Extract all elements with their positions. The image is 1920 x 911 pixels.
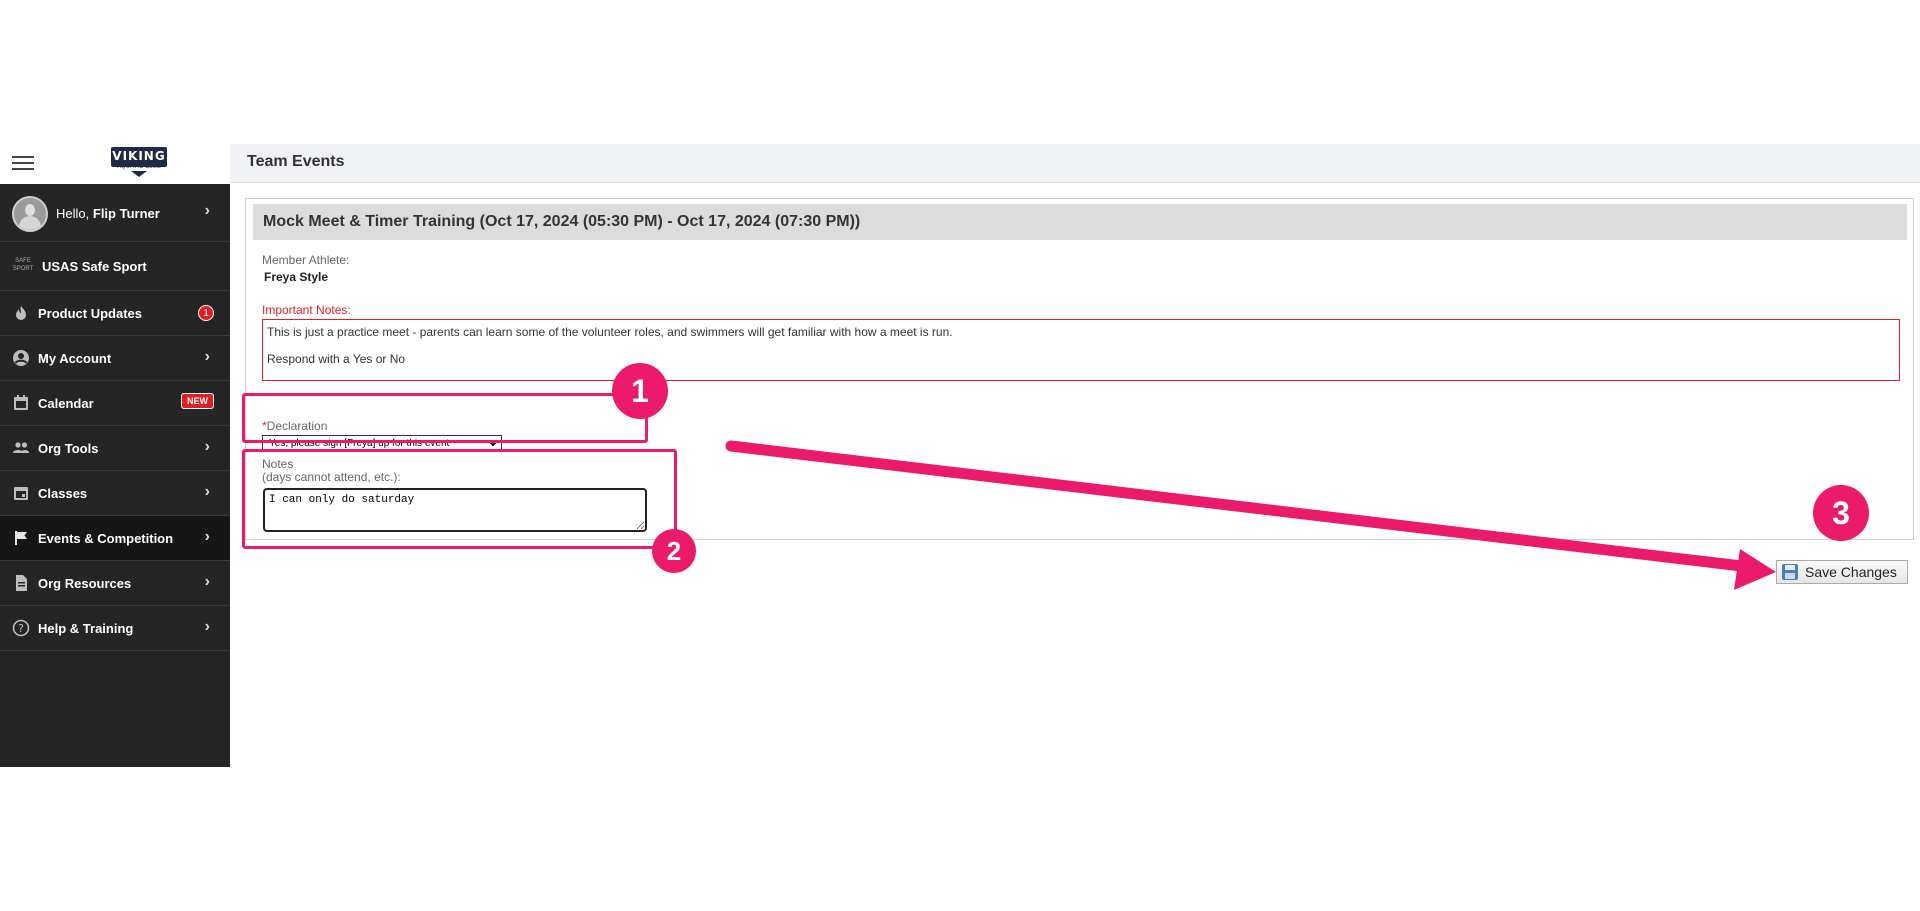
sidebar-item-label: Help & Training (38, 621, 134, 636)
sidebar-item-safe-sport[interactable]: SAFE SPORT USAS Safe Sport (0, 242, 230, 291)
sidebar-item-label: Events & Competition (38, 531, 174, 546)
svg-text:?: ? (18, 622, 24, 635)
chevron-right-icon: › (204, 202, 210, 219)
greeting-text: Hello, (56, 206, 90, 221)
club-logo[interactable]: VIKING AQUATIC CLUB (111, 147, 167, 177)
help-circle-icon: ? (12, 619, 30, 637)
chevron-right-icon: › (204, 483, 210, 500)
highlight-declaration (242, 393, 648, 443)
sidebar-item-events-competition[interactable]: Events & Competition › (0, 516, 230, 561)
step-badge-2: 2 (652, 529, 696, 573)
page-title: Team Events (247, 153, 345, 170)
flame-icon (12, 304, 30, 322)
event-title: Mock Meet & Timer Training (Oct 17, 2024… (263, 213, 861, 230)
floppy-disk-icon (1782, 564, 1798, 580)
chevron-right-icon: › (204, 618, 210, 635)
important-notes-label: Important Notes: (262, 303, 351, 317)
save-changes-button[interactable]: Save Changes (1776, 560, 1908, 584)
logo-subtitle: AQUATIC CLUB (117, 164, 161, 170)
sidebar-top-bar: VIKING AQUATIC CLUB (0, 144, 230, 184)
chevron-right-icon: › (204, 348, 210, 365)
sidebar-item-org-resources[interactable]: Org Resources › (0, 561, 230, 606)
update-count-badge: 1 (198, 305, 214, 321)
document-icon (12, 574, 30, 592)
event-title-bar: Mock Meet & Timer Training (Oct 17, 2024… (253, 204, 1907, 240)
sidebar-item-label: My Account (38, 351, 112, 366)
sidebar-item-org-tools[interactable]: Org Tools › (0, 426, 230, 471)
sidebar-item-label: Classes (38, 486, 88, 501)
safe-sport-icon: SAFE SPORT (12, 258, 34, 272)
sidebar-item-classes[interactable]: Classes › (0, 471, 230, 516)
logo-word: VIKING (112, 149, 166, 163)
chevron-right-icon: › (204, 528, 210, 545)
chevron-right-icon: › (204, 573, 210, 590)
step-badge-1: 1 (612, 363, 668, 419)
member-athlete-label: Member Athlete: (262, 253, 350, 267)
sidebar-item-help-training[interactable]: ? Help & Training › (0, 606, 230, 651)
flag-icon (12, 529, 30, 547)
calendar-event-icon (12, 484, 30, 502)
important-notes-line: Respond with a Yes or No (267, 352, 406, 366)
important-notes-box: This is just a practice meet - parents c… (262, 319, 1900, 381)
sidebar-item-label: Org Resources (38, 576, 132, 591)
user-name: Flip Turner (92, 206, 160, 221)
sidebar-item-my-account[interactable]: My Account › (0, 336, 230, 381)
new-badge: NEW (181, 393, 214, 409)
sidebar-user-profile[interactable]: Hello, Flip Turner › (0, 184, 230, 242)
sidebar-item-calendar[interactable]: Calendar NEW (0, 381, 230, 426)
page-header: Team Events (230, 144, 1920, 183)
highlight-notes (242, 449, 677, 549)
step-badge-3: 3 (1813, 485, 1869, 541)
sidebar-item-product-updates[interactable]: Product Updates 1 (0, 291, 230, 336)
account-circle-icon (12, 349, 30, 367)
important-notes-line: This is just a practice meet - parents c… (267, 325, 953, 339)
sidebar-item-label: Calendar (38, 396, 94, 411)
calendar-icon (12, 394, 30, 412)
sidebar-item-label: Product Updates (38, 306, 143, 321)
avatar (12, 196, 48, 232)
hamburger-menu-icon[interactable] (12, 154, 34, 172)
sidebar: VIKING AQUATIC CLUB Hello, Flip Turner ›… (0, 144, 230, 767)
member-athlete-name: Freya Style (264, 270, 329, 284)
chevron-right-icon: › (204, 438, 210, 455)
people-icon (12, 439, 30, 457)
sidebar-item-label: USAS Safe Sport (42, 259, 147, 274)
sidebar-item-label: Org Tools (38, 441, 99, 456)
